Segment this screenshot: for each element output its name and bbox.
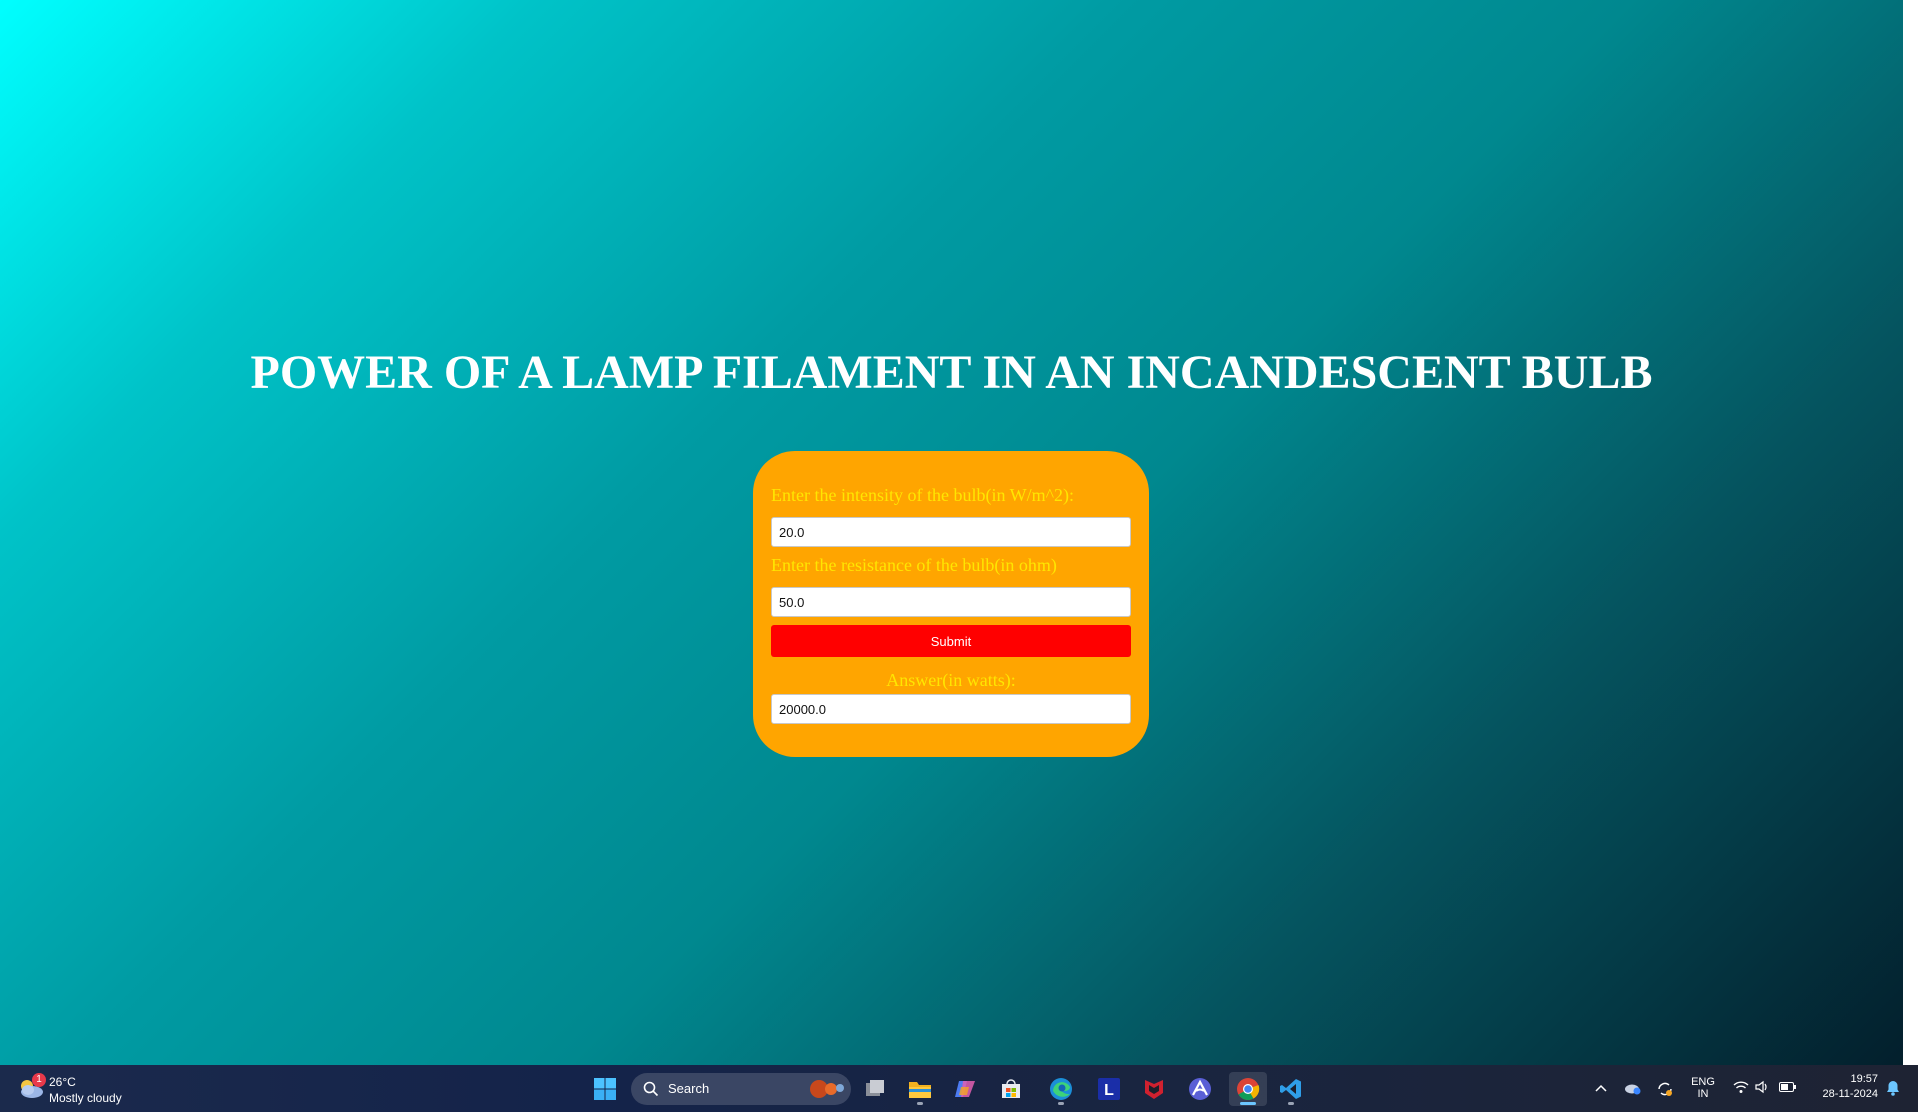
taskbar-copilot[interactable]: [948, 1072, 982, 1106]
start-button[interactable]: [588, 1072, 622, 1106]
notification-bell-icon[interactable]: [1886, 1080, 1900, 1096]
page-background: POWER OF A LAMP FILAMENT IN AN INCANDESC…: [0, 0, 1903, 1065]
copilot-icon: [955, 1081, 975, 1097]
task-view-icon: [866, 1080, 884, 1096]
search-placeholder: Search: [668, 1081, 710, 1096]
running-indicator: [917, 1102, 923, 1105]
search-highlight-icon: [810, 1080, 844, 1098]
taskbar-store[interactable]: [994, 1072, 1028, 1106]
running-indicator: [1288, 1102, 1294, 1105]
taskbar: 1 26°C Mostly cloudy Search L ENG IN 19:…: [0, 1065, 1918, 1112]
store-icon: [1002, 1079, 1020, 1098]
weather-alert-badge: 1: [32, 1073, 46, 1087]
clock-time: 19:57: [1850, 1073, 1878, 1085]
clock[interactable]: 19:57 28-11-2024: [1810, 1073, 1878, 1100]
weather-condition: Mostly cloudy: [49, 1091, 122, 1105]
edge-icon: [1050, 1078, 1072, 1100]
sync-icon[interactable]: [1656, 1080, 1674, 1098]
l-app-icon: L: [1098, 1078, 1120, 1100]
taskbar-search[interactable]: Search: [631, 1073, 851, 1105]
running-indicator: [1058, 1102, 1064, 1105]
answer-output[interactable]: [771, 694, 1131, 724]
windows-icon: [594, 1078, 616, 1100]
mcafee-icon: [1145, 1080, 1163, 1099]
taskbar-file-explorer[interactable]: [903, 1072, 937, 1106]
intensity-label: Enter the intensity of the bulb(in W/m^2…: [771, 485, 1075, 505]
taskbar-edge[interactable]: [1044, 1072, 1078, 1106]
taskbar-mcafee[interactable]: [1137, 1072, 1171, 1106]
calculator-card: Enter the intensity of the bulb(in W/m^2…: [753, 451, 1149, 757]
language-code: ENG: [1691, 1076, 1715, 1088]
volume-icon[interactable]: [1755, 1080, 1769, 1094]
region-code: IN: [1697, 1088, 1709, 1100]
answer-label: Answer(in watts):: [886, 670, 1016, 690]
l-app-letter: L: [1104, 1082, 1114, 1099]
wifi-icon[interactable]: [1733, 1080, 1749, 1094]
language-indicator[interactable]: ENG IN: [1688, 1076, 1718, 1100]
vscode-icon: [1280, 1079, 1301, 1099]
submit-button[interactable]: Submit: [771, 625, 1131, 657]
onedrive-icon[interactable]: [1624, 1080, 1642, 1096]
weather-temperature: 26°C: [49, 1075, 76, 1089]
battery-icon[interactable]: [1779, 1082, 1797, 1092]
clock-date: 28-11-2024: [1822, 1088, 1878, 1100]
chrome-icon: [1237, 1078, 1260, 1100]
active-indicator: [1240, 1102, 1256, 1105]
resistance-label: Enter the resistance of the bulb(in ohm): [771, 555, 1057, 575]
intensity-input[interactable]: [771, 517, 1131, 547]
taskbar-l-app[interactable]: L: [1092, 1072, 1126, 1106]
page-title: POWER OF A LAMP FILAMENT IN AN INCANDESC…: [250, 346, 1653, 399]
taskbar-task-view[interactable]: [858, 1072, 892, 1106]
chevron-up-icon[interactable]: [1595, 1083, 1607, 1093]
search-icon: [643, 1081, 659, 1097]
taskbar-vscode[interactable]: [1274, 1072, 1308, 1106]
folder-icon: [909, 1082, 931, 1098]
resistance-input[interactable]: [771, 587, 1131, 617]
vertical-scrollbar[interactable]: [1903, 0, 1918, 1065]
arc-icon: [1189, 1078, 1211, 1100]
taskbar-arc-app[interactable]: [1183, 1072, 1217, 1106]
taskbar-chrome[interactable]: [1229, 1072, 1267, 1106]
